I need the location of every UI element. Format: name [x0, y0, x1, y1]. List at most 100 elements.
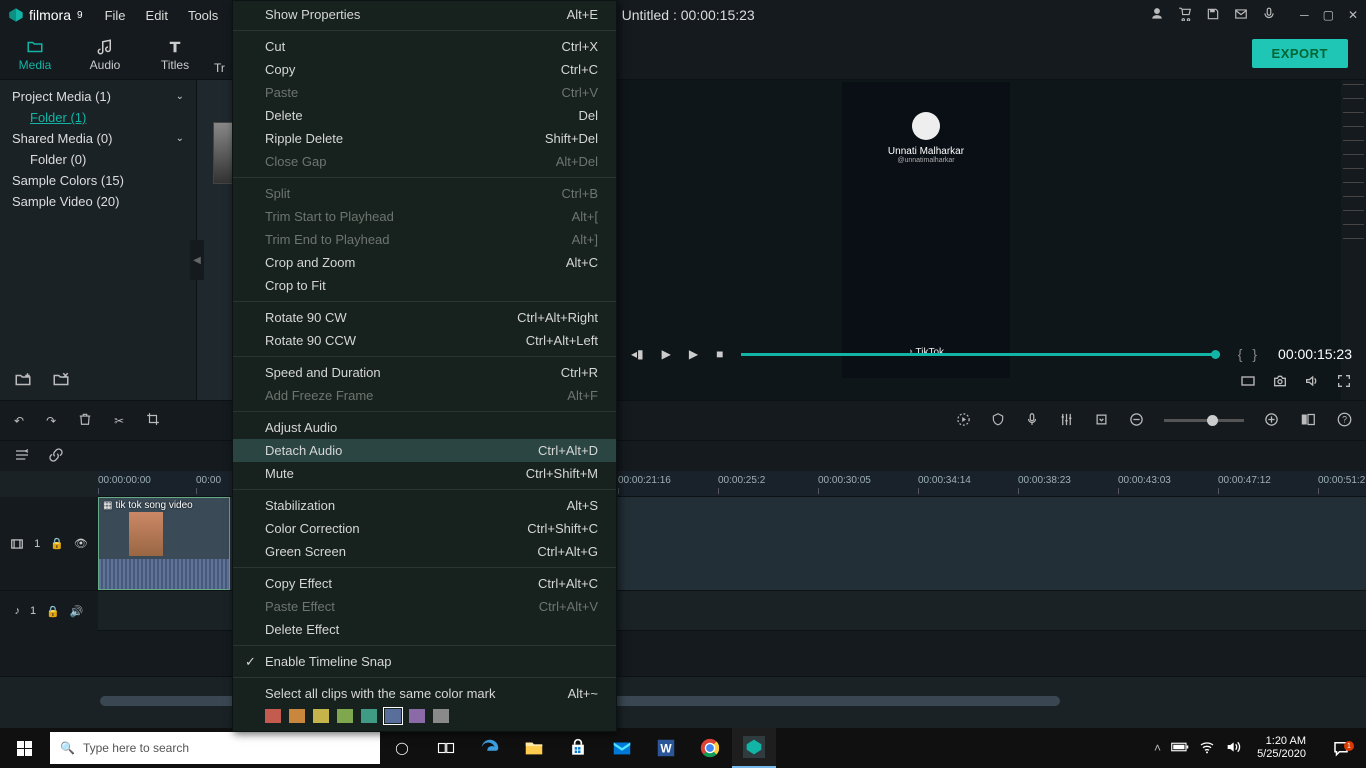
ctx-mute[interactable]: MuteCtrl+Shift+M — [233, 462, 616, 485]
undo-icon[interactable]: ↶ — [14, 414, 24, 428]
ctx-color-swatch[interactable] — [361, 709, 377, 723]
tab-media[interactable]: Media — [0, 30, 70, 79]
video-clip[interactable]: ▦tik tok song video — [98, 497, 230, 590]
mic-icon[interactable] — [1262, 7, 1276, 24]
ctx-adjust-audio[interactable]: Adjust Audio — [233, 416, 616, 439]
ctx-color-swatch[interactable] — [289, 709, 305, 723]
ctx-enable-timeline-snap[interactable]: Enable Timeline Snap — [233, 650, 616, 673]
tab-audio[interactable]: Audio — [70, 30, 140, 79]
taskbar-search[interactable]: 🔍 Type here to search — [50, 732, 380, 764]
tab-titles[interactable]: Titles — [140, 30, 210, 79]
prev-frame-button[interactable]: ◂▮ — [631, 347, 644, 361]
tree-item[interactable]: Project Media (1)⌄ — [0, 86, 196, 107]
zoom-in-icon[interactable] — [1264, 412, 1279, 430]
ctx-delete-effect[interactable]: Delete Effect — [233, 618, 616, 641]
ctx-color-correction[interactable]: Color CorrectionCtrl+Shift+C — [233, 517, 616, 540]
save-icon[interactable] — [1206, 7, 1220, 24]
ctx-rotate-90-ccw[interactable]: Rotate 90 CCWCtrl+Alt+Left — [233, 329, 616, 352]
play-button[interactable]: ▶ — [662, 347, 671, 361]
volume-icon[interactable] — [1304, 373, 1320, 392]
snapshot-icon[interactable] — [1272, 373, 1288, 392]
ctx-cut[interactable]: CutCtrl+X — [233, 35, 616, 58]
next-frame-button[interactable]: ▶ — [689, 347, 698, 361]
manage-tracks-icon[interactable] — [14, 447, 30, 466]
sound-icon[interactable] — [1225, 739, 1241, 758]
menu-edit[interactable]: Edit — [138, 4, 176, 27]
notifications-icon[interactable]: 1 — [1322, 739, 1360, 757]
help-icon[interactable]: ? — [1337, 412, 1352, 430]
taskview-icon[interactable] — [424, 728, 468, 768]
speaker-icon[interactable]: 🔊 — [70, 605, 84, 618]
ctx-color-swatch[interactable] — [265, 709, 281, 723]
split-icon[interactable]: ✂ — [114, 414, 124, 428]
quality-icon[interactable] — [1240, 373, 1256, 392]
empty-track[interactable] — [0, 631, 1366, 677]
ctx-crop-to-fit[interactable]: Crop to Fit — [233, 274, 616, 297]
preview-viewport[interactable]: Unnati Malharkar @unnatimalharkar ♪ TikT… — [842, 82, 1010, 378]
video-track-header[interactable]: 1 🔒 👁 — [0, 497, 98, 590]
redo-icon[interactable]: ↷ — [46, 414, 56, 428]
ctx-speed-and-duration[interactable]: Speed and DurationCtrl+R — [233, 361, 616, 384]
close-button[interactable]: ✕ — [1348, 8, 1358, 22]
stop-button[interactable]: ■ — [716, 347, 723, 361]
cart-icon[interactable] — [1178, 7, 1192, 24]
word-icon[interactable]: W — [644, 728, 688, 768]
chrome-icon[interactable] — [688, 728, 732, 768]
tree-item[interactable]: Folder (1) — [0, 107, 196, 128]
marker-icon[interactable] — [991, 412, 1005, 429]
tree-item[interactable]: Sample Video (20) — [0, 191, 196, 212]
menu-tools[interactable]: Tools — [180, 4, 226, 27]
wifi-icon[interactable] — [1199, 739, 1215, 758]
zoom-fit-icon[interactable] — [1299, 412, 1317, 430]
eye-icon[interactable]: 👁 — [74, 537, 88, 550]
ctx-color-swatch[interactable] — [313, 709, 329, 723]
ctx-rotate-90-cw[interactable]: Rotate 90 CWCtrl+Alt+Right — [233, 306, 616, 329]
mixer-icon[interactable] — [1059, 412, 1074, 430]
ctx-green-screen[interactable]: Green ScreenCtrl+Alt+G — [233, 540, 616, 563]
panel-collapse-handle[interactable]: ◀ — [190, 240, 204, 280]
ctx-color-swatch[interactable] — [409, 709, 425, 723]
ctx-show-properties[interactable]: Show PropertiesAlt+E — [233, 3, 616, 26]
edge-icon[interactable] — [468, 728, 512, 768]
ctx-stabilization[interactable]: StabilizationAlt+S — [233, 494, 616, 517]
preview-progress[interactable] — [741, 353, 1219, 356]
ctx-select-all-clips-with-the-same-color-mark[interactable]: Select all clips with the same color mar… — [233, 682, 616, 705]
mark-brackets[interactable]: { } — [1238, 346, 1260, 362]
tree-item[interactable]: Shared Media (0)⌄ — [0, 128, 196, 149]
taskbar-clock[interactable]: 1:20 AM 5/25/2020 — [1251, 735, 1312, 761]
tree-item[interactable]: Sample Colors (15) — [0, 170, 196, 191]
delete-folder-icon[interactable] — [52, 371, 70, 392]
tray-chevron-icon[interactable]: ˄ — [1154, 741, 1161, 755]
audio-track-header[interactable]: ♪ 1 🔒 🔊 — [0, 591, 98, 631]
export-button[interactable]: EXPORT — [1252, 39, 1348, 68]
menu-file[interactable]: File — [97, 4, 134, 27]
ctx-crop-and-zoom[interactable]: Crop and ZoomAlt+C — [233, 251, 616, 274]
mail-icon[interactable] — [600, 728, 644, 768]
ctx-ripple-delete[interactable]: Ripple DeleteShift+Del — [233, 127, 616, 150]
lock-icon[interactable]: 🔒 — [50, 537, 64, 550]
crop-icon[interactable] — [146, 412, 160, 429]
add-marker-icon[interactable] — [1094, 412, 1109, 430]
link-icon[interactable] — [48, 447, 64, 466]
filmora-task-icon[interactable] — [732, 728, 776, 768]
ctx-copy-effect[interactable]: Copy EffectCtrl+Alt+C — [233, 572, 616, 595]
ctx-color-swatch[interactable] — [337, 709, 353, 723]
lock-icon[interactable]: 🔒 — [46, 605, 60, 618]
minimize-button[interactable]: ─ — [1300, 8, 1309, 22]
fullscreen-icon[interactable] — [1336, 373, 1352, 392]
ctx-copy[interactable]: CopyCtrl+C — [233, 58, 616, 81]
ctx-color-swatch[interactable] — [433, 709, 449, 723]
new-folder-icon[interactable] — [14, 371, 32, 392]
zoom-slider[interactable] — [1164, 419, 1244, 422]
ctx-detach-audio[interactable]: Detach AudioCtrl+Alt+D — [233, 439, 616, 462]
start-button[interactable] — [0, 728, 48, 768]
render-icon[interactable] — [956, 412, 971, 430]
account-icon[interactable] — [1150, 7, 1164, 24]
tree-item[interactable]: Folder (0) — [0, 149, 196, 170]
zoom-out-icon[interactable] — [1129, 412, 1144, 430]
cortana-icon[interactable]: ◯ — [380, 728, 424, 768]
record-vo-icon[interactable] — [1025, 412, 1039, 429]
ctx-color-swatch[interactable] — [385, 709, 401, 723]
ctx-delete[interactable]: DeleteDel — [233, 104, 616, 127]
maximize-button[interactable]: ▢ — [1323, 8, 1334, 22]
